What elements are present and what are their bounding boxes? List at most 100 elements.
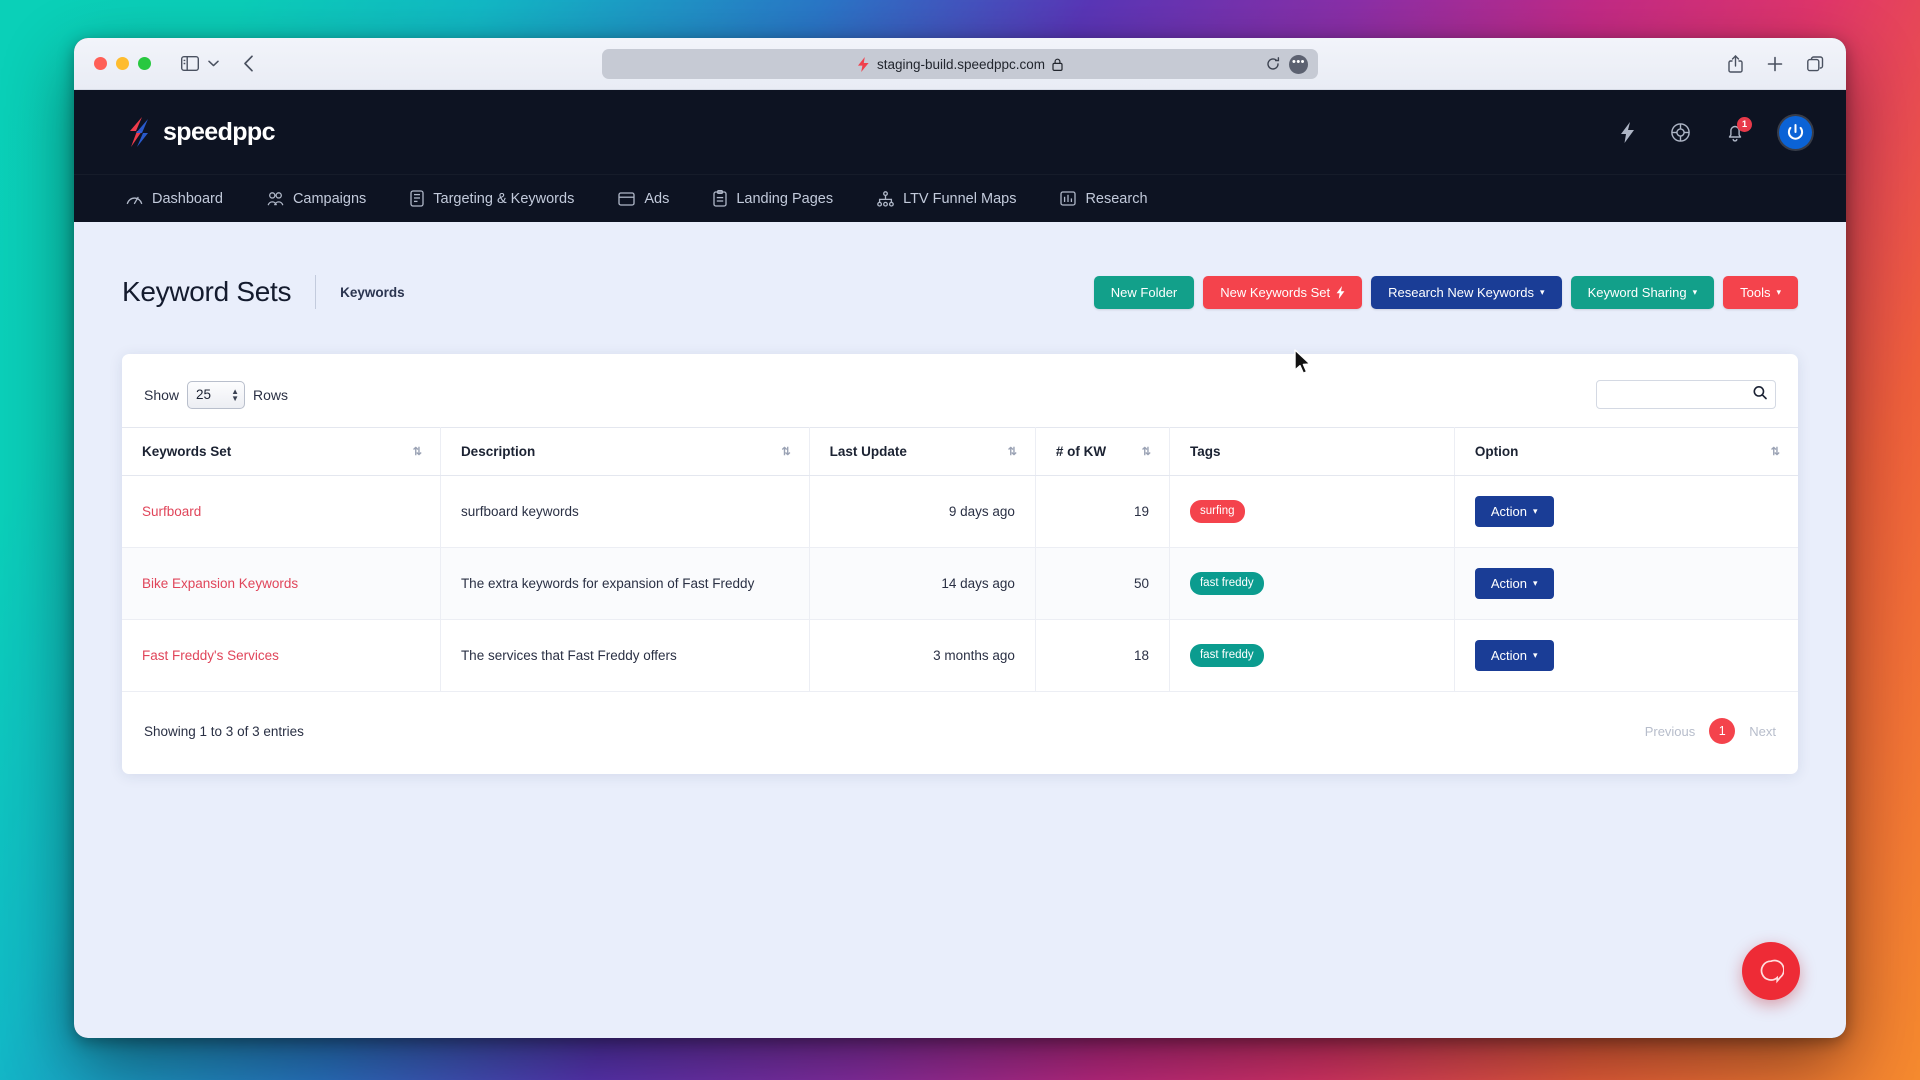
bell-icon[interactable]: 1	[1725, 116, 1752, 143]
button-label: New Folder	[1110, 284, 1178, 300]
nav-label: Dashboard	[152, 190, 223, 207]
nav-item-ltv-funnel-maps[interactable]: LTV Funnel Maps	[877, 191, 1016, 207]
breadcrumb: Keywords	[340, 284, 405, 300]
cell-last-update: 14 days ago	[809, 547, 1036, 620]
cell-last-update: 3 months ago	[809, 619, 1036, 692]
lightning-icon[interactable]	[1619, 121, 1636, 143]
table-footer: Showing 1 to 3 of 3 entries Previous 1 N…	[122, 692, 1798, 774]
column-header-last-update[interactable]: Last Update ⇅	[809, 427, 1036, 476]
maximize-window-button[interactable]	[138, 57, 151, 70]
status-badge: fast freddy	[1189, 644, 1264, 667]
nav-item-campaigns[interactable]: Campaigns	[267, 191, 366, 207]
table-header: Keywords Set ⇅ Description ⇅ Last Update…	[122, 427, 1798, 476]
chevron-down-icon: ▾	[1533, 578, 1538, 588]
targeting-icon	[410, 190, 424, 207]
nav-item-landing-pages[interactable]: Landing Pages	[713, 190, 833, 207]
cell-tags: fast freddy	[1169, 619, 1455, 692]
tools-button[interactable]: Tools ▾	[1723, 275, 1798, 309]
power-avatar-icon[interactable]	[1779, 115, 1812, 149]
chevron-down-icon: ▾	[1533, 650, 1538, 660]
more-icon[interactable]: •••	[1289, 54, 1308, 74]
column-header-keywords-set[interactable]: Keywords Set ⇅	[122, 427, 441, 476]
keyword-set-link[interactable]: Bike Expansion Keywords	[142, 576, 298, 591]
pagination-page-1[interactable]: 1	[1709, 718, 1736, 744]
column-header-kw-count[interactable]: # of KW ⇅	[1035, 427, 1170, 476]
search-input[interactable]	[1596, 380, 1776, 409]
cell-description: The extra keywords for expansion of Fast…	[440, 547, 810, 620]
chat-bubble-icon	[1758, 958, 1784, 984]
chevron-down-icon[interactable]	[208, 60, 219, 67]
pagination: Previous 1 Next	[1645, 718, 1776, 744]
window-controls	[94, 57, 151, 70]
back-arrow-icon[interactable]	[243, 55, 254, 72]
lightning-icon	[857, 56, 870, 72]
sort-icon[interactable]: ⇅	[399, 445, 422, 458]
address-bar[interactable]: staging-build.speedppc.com •••	[602, 49, 1318, 79]
column-header-option[interactable]: Option ⇅	[1454, 427, 1798, 476]
nav-item-research[interactable]: Research	[1060, 190, 1148, 207]
plus-icon[interactable]	[1767, 56, 1783, 72]
help-chat-button[interactable]	[1742, 942, 1800, 1000]
pagination-previous[interactable]: Previous	[1645, 724, 1696, 739]
chevron-down-icon: ▾	[1540, 286, 1545, 297]
research-new-keywords-button[interactable]: Research New Keywords ▾	[1371, 275, 1562, 309]
sidebar-toggle-icon[interactable]	[181, 56, 199, 71]
column-label: Option	[1474, 444, 1519, 459]
new-keywords-set-button[interactable]: New Keywords Set	[1203, 275, 1363, 309]
minimize-window-button[interactable]	[116, 57, 129, 70]
close-window-button[interactable]	[94, 57, 107, 70]
page-content: Keyword Sets Keywords New Folder New Key…	[74, 222, 1846, 1038]
speedppc-logo-icon	[126, 117, 152, 147]
action-button[interactable]: Action ▾	[1474, 568, 1554, 599]
cell-description: surfboard keywords	[440, 475, 810, 548]
nav-label: Ads	[644, 190, 670, 207]
column-label: # of KW	[1055, 444, 1107, 459]
sort-icon[interactable]: ⇅	[1757, 445, 1780, 458]
cell-tags: fast freddy	[1169, 547, 1455, 620]
nav-item-ads[interactable]: Ads	[618, 191, 669, 207]
reload-icon[interactable]	[1266, 57, 1280, 71]
keyword-set-link[interactable]: Surfboard	[142, 504, 201, 519]
keyword-sharing-button[interactable]: Keyword Sharing ▾	[1570, 275, 1715, 309]
sort-icon[interactable]: ⇅	[1128, 445, 1151, 458]
page-title: Keyword Sets	[122, 276, 292, 307]
keyword-set-link[interactable]: Fast Freddy's Services	[142, 648, 279, 663]
nav-item-targeting-keywords[interactable]: Targeting & Keywords	[410, 190, 574, 207]
brand-logo[interactable]: speedppc	[126, 117, 276, 147]
table-row: Fast Freddy's Services The services that…	[122, 619, 1798, 692]
app-header: speedppc 1	[74, 90, 1846, 174]
dashboard-icon	[126, 191, 143, 206]
address-bar-controls: •••	[1266, 54, 1308, 74]
status-badge: fast freddy	[1189, 572, 1264, 595]
action-button[interactable]: Action ▾	[1474, 640, 1554, 671]
nav-label: Campaigns	[292, 190, 367, 207]
tabs-icon[interactable]	[1807, 55, 1824, 72]
gear-icon[interactable]	[1670, 122, 1691, 143]
action-button[interactable]: Action ▾	[1474, 496, 1554, 527]
table-toolbar: Show 102550100 ▲▼ Rows	[122, 380, 1798, 427]
pagination-next[interactable]: Next	[1749, 724, 1776, 739]
browser-window: staging-build.speedppc.com ••• speedppc …	[74, 38, 1846, 1038]
cell-description: The services that Fast Freddy offers	[440, 619, 810, 692]
chevron-down-icon: ▾	[1692, 286, 1698, 297]
share-icon[interactable]	[1728, 54, 1743, 73]
rows-label: Rows	[253, 386, 289, 403]
lightning-icon	[1336, 285, 1345, 299]
cell-option: Action ▾	[1454, 619, 1798, 692]
column-label: Description	[460, 444, 536, 459]
button-label: Research New Keywords	[1388, 284, 1535, 300]
button-label: New Keywords Set	[1220, 284, 1331, 300]
keyword-sets-card: Show 102550100 ▲▼ Rows	[122, 354, 1798, 774]
new-folder-button[interactable]: New Folder	[1093, 275, 1195, 309]
nav-item-dashboard[interactable]: Dashboard	[126, 191, 223, 207]
sort-icon[interactable]: ⇅	[994, 445, 1017, 458]
action-button-label: Action	[1490, 504, 1528, 519]
nav-label: Landing Pages	[736, 190, 834, 207]
column-label: Keywords Set	[142, 444, 232, 459]
cell-tags: surfing	[1169, 475, 1455, 548]
rows-per-page-select[interactable]: 102550100	[187, 380, 246, 409]
column-header-description[interactable]: Description ⇅	[440, 427, 810, 476]
nav-label: Research	[1085, 190, 1148, 207]
table-search-wrapper	[1596, 380, 1776, 409]
sort-icon[interactable]: ⇅	[767, 445, 790, 458]
